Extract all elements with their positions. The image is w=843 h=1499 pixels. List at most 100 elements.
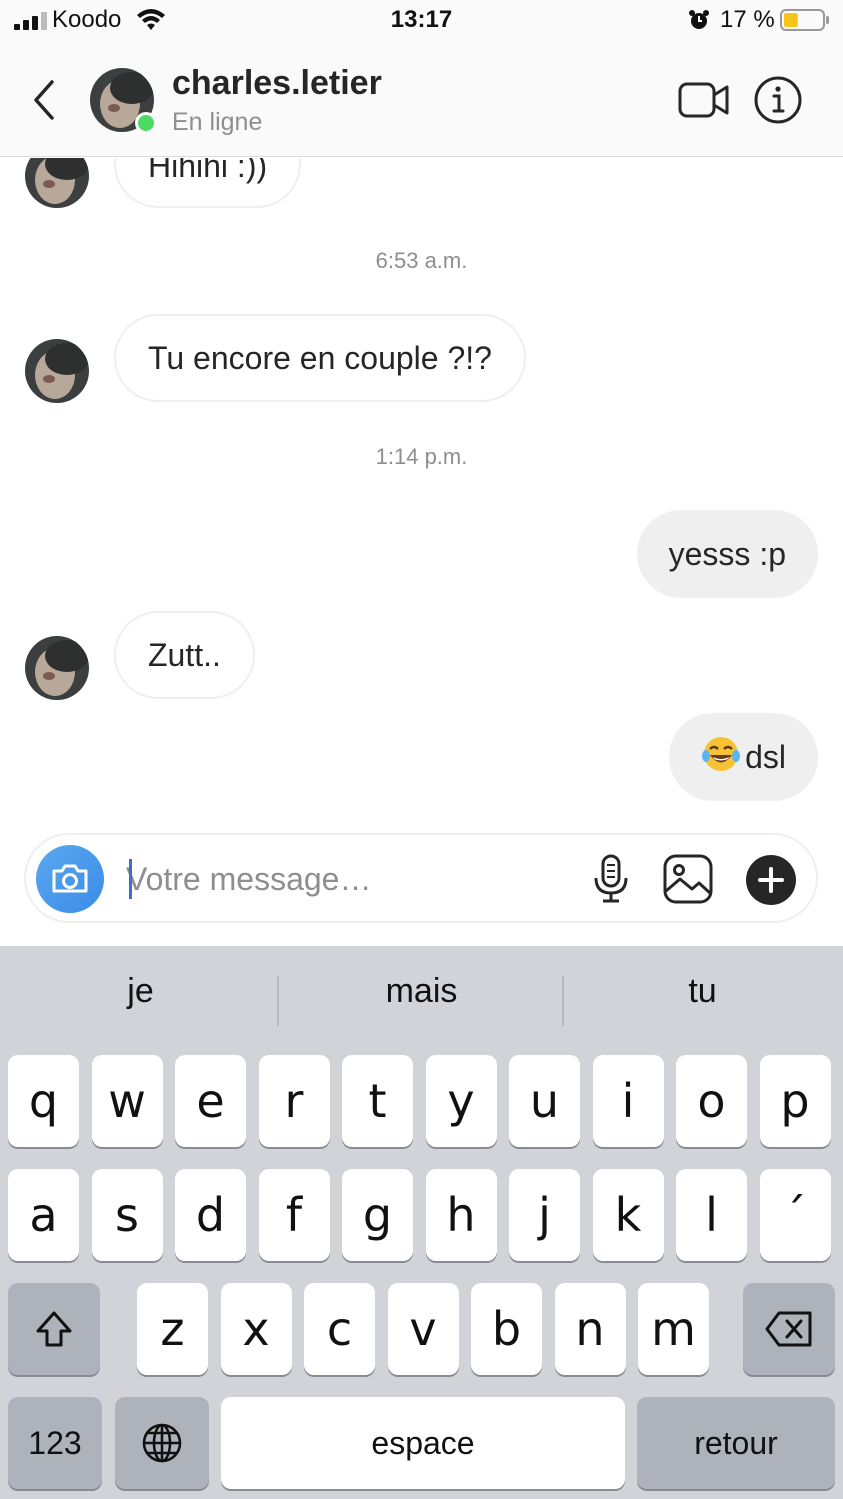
tears-of-joy-emoji-icon	[702, 737, 741, 771]
outgoing-message-text: dsl	[745, 739, 786, 775]
key-label: s	[115, 1188, 139, 1242]
key-label: z	[160, 1302, 185, 1356]
message-timestamp: 1:14 p.m.	[375, 444, 468, 469]
key-label: h	[446, 1188, 476, 1242]
key-k[interactable]: k	[592, 1169, 664, 1261]
key-label: l	[705, 1188, 718, 1242]
incoming-message[interactable]: Hihihi :))	[114, 158, 302, 208]
key-o[interactable]: o	[676, 1055, 747, 1147]
key-j[interactable]: j	[509, 1169, 580, 1261]
key-d[interactable]: d	[175, 1169, 246, 1261]
key-l[interactable]: l	[676, 1169, 747, 1261]
key-a[interactable]: a	[8, 1169, 79, 1261]
message-timestamp: 6:53 a.m.	[375, 248, 468, 273]
backspace-icon	[765, 1311, 812, 1347]
key-x[interactable]: x	[220, 1283, 292, 1375]
key-s[interactable]: s	[91, 1169, 163, 1261]
key-e[interactable]: e	[175, 1055, 246, 1147]
text-cursor	[129, 859, 132, 899]
suggestion-item[interactable]: tu	[562, 972, 843, 1011]
numbers-key[interactable]: 123	[8, 1397, 102, 1489]
key-label: n	[575, 1302, 605, 1356]
on-screen-keyboard: je mais tu q w e r t y u i o p a s d f g h j k l ´ z x c v b n m 12…	[0, 946, 843, 1499]
more-options-button[interactable]	[746, 855, 796, 905]
key-q[interactable]: q	[8, 1055, 79, 1147]
key-label: 123	[28, 1425, 82, 1461]
key-m[interactable]: m	[638, 1283, 709, 1375]
key-y[interactable]: y	[425, 1055, 497, 1147]
key-label: j	[538, 1188, 551, 1242]
incoming-message[interactable]: Zutt..	[114, 611, 255, 699]
globe-icon	[142, 1423, 182, 1463]
key-acute-accent[interactable]: ´	[759, 1169, 831, 1261]
outgoing-message[interactable]: yesss :p	[636, 510, 818, 598]
key-r[interactable]: r	[258, 1055, 330, 1147]
globe-key[interactable]	[115, 1397, 209, 1489]
key-label: t	[368, 1074, 387, 1128]
key-label: b	[491, 1302, 522, 1356]
shift-icon	[36, 1311, 72, 1347]
alarm-icon	[689, 10, 709, 29]
key-label: d	[195, 1188, 226, 1242]
gallery-icon[interactable]	[662, 853, 714, 905]
key-label: x	[242, 1302, 270, 1356]
key-label: v	[409, 1302, 437, 1356]
predictive-text-bar: je mais tu	[0, 946, 843, 1052]
key-label: p	[780, 1074, 810, 1128]
back-chevron-icon[interactable]	[28, 78, 62, 122]
avatar[interactable]	[25, 636, 89, 700]
key-i[interactable]: i	[592, 1055, 664, 1147]
key-u[interactable]: u	[509, 1055, 580, 1147]
avatar[interactable]	[25, 158, 89, 208]
key-label: u	[529, 1074, 560, 1128]
video-call-icon[interactable]	[678, 80, 730, 120]
outgoing-message[interactable]: dsl	[669, 713, 818, 801]
key-label: f	[285, 1188, 303, 1242]
battery-icon	[780, 9, 829, 31]
info-icon[interactable]	[753, 75, 803, 125]
message-input[interactable]	[126, 853, 566, 905]
microphone-icon[interactable]	[588, 853, 634, 905]
shift-key[interactable]	[8, 1283, 100, 1375]
online-indicator	[135, 112, 157, 134]
message-thread[interactable]: Hihihi :)) 6:53 a.m. Tu encore en couple…	[0, 158, 843, 826]
suggestion-item[interactable]: mais	[281, 972, 562, 1011]
key-label: k	[614, 1188, 642, 1242]
key-label: c	[326, 1302, 353, 1356]
key-label: o	[697, 1074, 726, 1128]
key-w[interactable]: w	[91, 1055, 163, 1147]
key-label: w	[108, 1074, 146, 1128]
key-t[interactable]: t	[342, 1055, 413, 1147]
key-h[interactable]: h	[425, 1169, 497, 1261]
plus-icon	[758, 867, 784, 893]
key-label: i	[621, 1074, 635, 1128]
key-label: ´	[783, 1188, 807, 1242]
avatar[interactable]	[25, 339, 89, 403]
key-label: retour	[694, 1425, 778, 1461]
key-f[interactable]: f	[258, 1169, 330, 1261]
direct-message-screen: Koodo 13:17 17 % charles.letier En ligne…	[0, 0, 843, 1499]
backspace-key[interactable]	[743, 1283, 835, 1375]
incoming-message[interactable]: Tu encore en couple ?!?	[114, 314, 526, 402]
key-label: g	[362, 1188, 393, 1242]
key-p[interactable]: p	[759, 1055, 831, 1147]
return-key[interactable]: retour	[637, 1397, 835, 1489]
status-bar: Koodo 13:17 17 %	[0, 0, 843, 44]
camera-button[interactable]	[36, 845, 104, 913]
key-g[interactable]: g	[342, 1169, 413, 1261]
key-c[interactable]: c	[304, 1283, 375, 1375]
presence-status: En ligne	[172, 108, 263, 136]
key-b[interactable]: b	[471, 1283, 542, 1375]
key-n[interactable]: n	[554, 1283, 626, 1375]
key-label: r	[284, 1074, 304, 1128]
suggestion-item[interactable]: je	[0, 972, 281, 1011]
suggestion-divider	[277, 976, 279, 1026]
message-composer	[24, 833, 818, 923]
chat-header: charles.letier En ligne	[0, 44, 843, 157]
key-v[interactable]: v	[387, 1283, 459, 1375]
key-label: m	[651, 1302, 696, 1356]
space-key[interactable]: espace	[221, 1397, 625, 1489]
battery-percent: 17 %	[720, 6, 775, 33]
chat-username[interactable]: charles.letier	[172, 64, 382, 103]
key-z[interactable]: z	[137, 1283, 208, 1375]
